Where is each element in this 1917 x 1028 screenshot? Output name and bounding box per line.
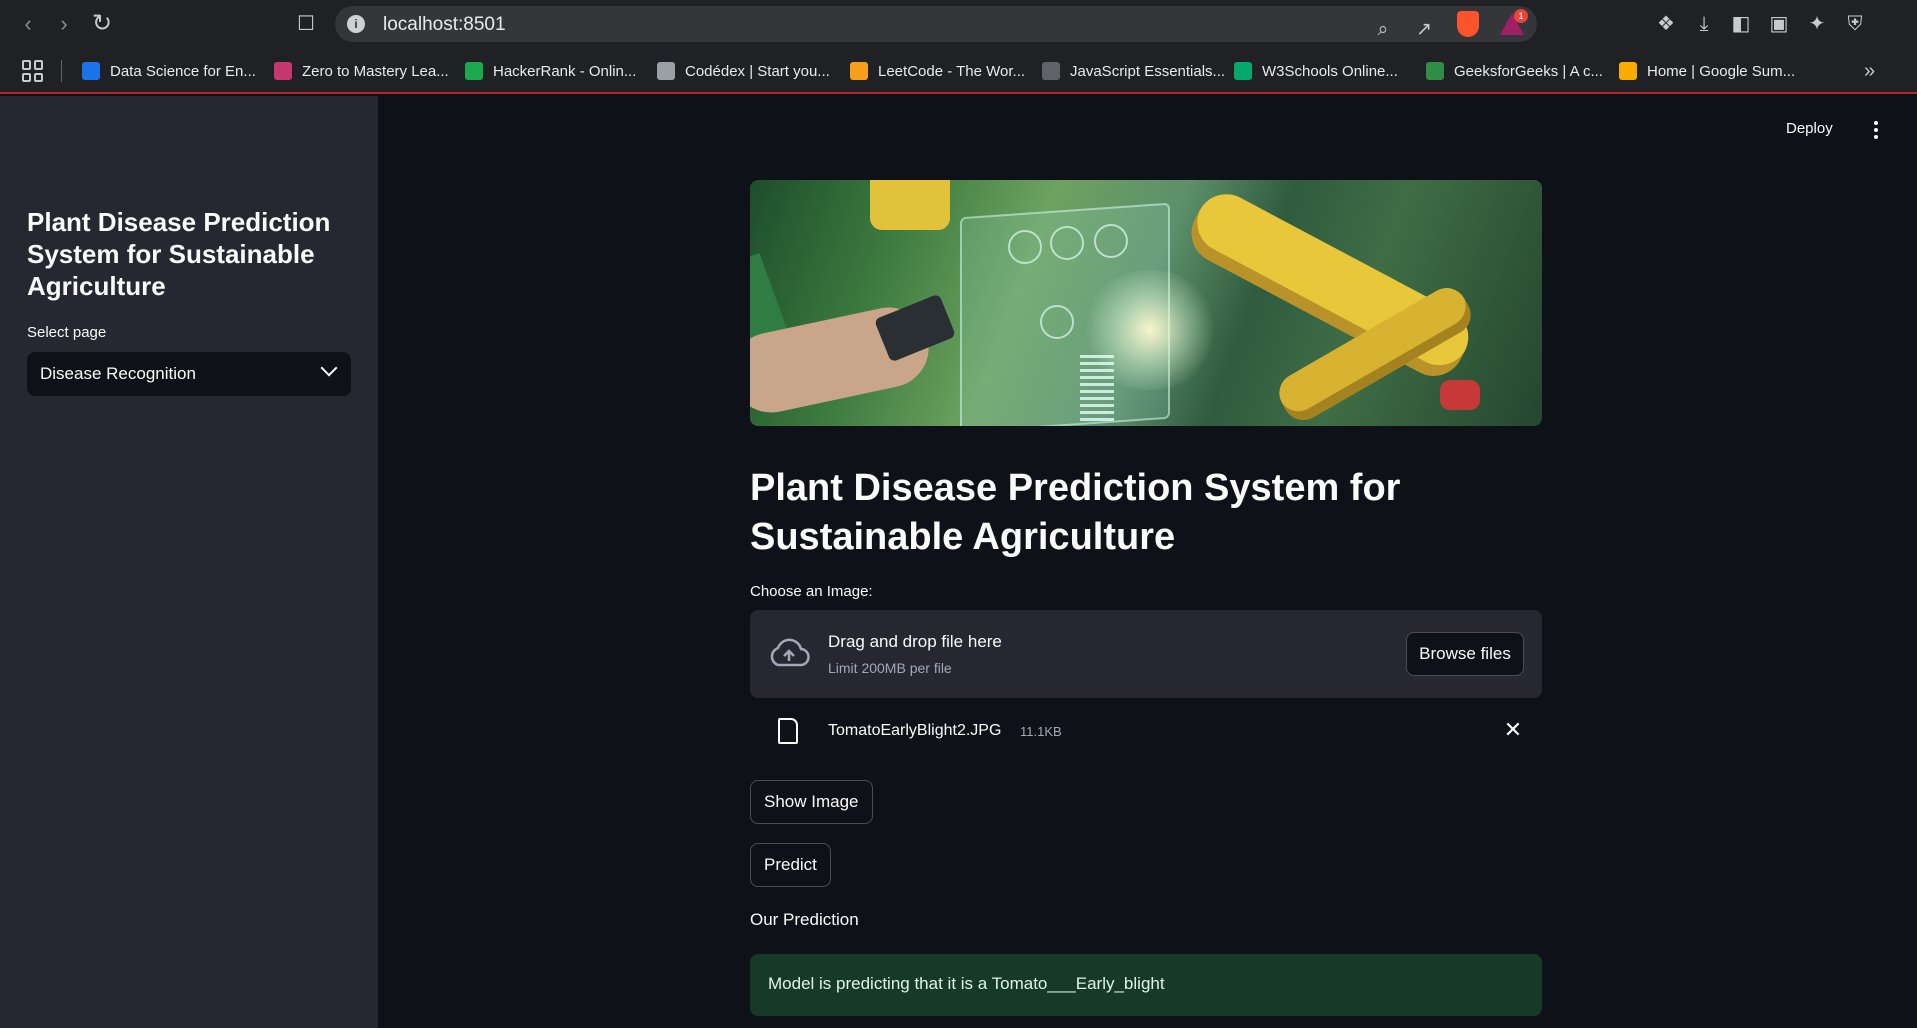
hero-ring xyxy=(1094,224,1128,258)
favicon-icon xyxy=(1042,62,1060,80)
favicon-icon xyxy=(82,62,100,80)
apps-grid-icon[interactable] xyxy=(22,60,44,82)
wallet-icon[interactable]: ▣ xyxy=(1767,12,1791,36)
favicon-icon xyxy=(850,62,868,80)
bookmark-label: JavaScript Essentials... xyxy=(1070,62,1226,80)
brave-shields-icon[interactable] xyxy=(1457,11,1479,37)
share-icon[interactable]: ↗ xyxy=(1412,18,1436,42)
favicon-icon xyxy=(465,62,483,80)
download-icon[interactable]: ⤓ xyxy=(1692,12,1716,36)
sidebar-title: Plant Disease Prediction System for Sust… xyxy=(27,207,331,301)
dropzone-instructions: Drag and drop file here xyxy=(828,632,1002,651)
favicon-icon xyxy=(1234,62,1252,80)
chevron-down-icon xyxy=(320,359,338,377)
file-size: 11.1KB xyxy=(1020,724,1062,739)
deploy-button[interactable]: Deploy xyxy=(1786,120,1833,137)
favicon-icon xyxy=(1426,62,1444,80)
bookmark-label: HackerRank - Onlin... xyxy=(493,62,637,80)
bookmark-item[interactable]: GeeksforGeeks | A c... xyxy=(1426,48,1603,94)
hero-robot-gripper xyxy=(1440,380,1480,410)
uploaded-file-row: TomatoEarlyBlight2.JPG 11.1KB ✕ xyxy=(750,708,1542,754)
main-menu-icon[interactable] xyxy=(1873,121,1879,141)
bookmark-label: Zero to Mastery Lea... xyxy=(302,62,449,80)
bookmark-item[interactable]: Home | Google Sum... xyxy=(1619,48,1795,94)
bookmark-label: Data Science for En... xyxy=(110,62,256,80)
bookmark-label: GeeksforGeeks | A c... xyxy=(1454,62,1603,80)
hero-image xyxy=(750,180,1542,426)
back-icon[interactable]: ‹ xyxy=(14,10,42,38)
vpn-shield-icon[interactable]: ⛨ xyxy=(1843,12,1867,36)
sidebar-toggle-icon[interactable]: ◧ xyxy=(1729,12,1753,36)
prediction-text: Model is predicting that it is a Tomato_… xyxy=(768,974,1165,993)
hero-ring xyxy=(1040,305,1074,339)
bookmark-label: LeetCode - The Wor... xyxy=(878,62,1026,80)
page-select[interactable]: Disease Recognition xyxy=(27,352,351,396)
file-name: TomatoEarlyBlight2.JPG xyxy=(828,722,1002,739)
url-text[interactable]: localhost:8501 xyxy=(383,14,506,36)
bookmark-label: Home | Google Sum... xyxy=(1647,62,1796,80)
page-title: Plant Disease Prediction System for Sust… xyxy=(750,467,1401,558)
bookmark-icon[interactable]: ☐ xyxy=(292,10,320,38)
extensions-icon[interactable]: ❖ xyxy=(1654,12,1678,36)
hero-robot-head xyxy=(870,180,950,230)
predict-button[interactable]: Predict xyxy=(750,843,831,887)
zoom-icon[interactable]: ⌕ xyxy=(1371,18,1395,42)
bookmark-item[interactable]: JavaScript Essentials... xyxy=(1042,48,1225,94)
site-info-icon[interactable]: i xyxy=(347,15,365,33)
cloud-upload-icon xyxy=(770,638,810,667)
hero-ring xyxy=(1050,226,1084,260)
favicon-icon xyxy=(1619,62,1637,80)
browse-files-button[interactable]: Browse files xyxy=(1406,632,1524,676)
prediction-result: Model is predicting that it is a Tomato_… xyxy=(750,954,1542,1016)
rewards-badge: 1 xyxy=(1514,9,1528,23)
page-select-value: Disease Recognition xyxy=(40,364,196,383)
bookmark-item[interactable]: Zero to Mastery Lea... xyxy=(274,48,449,94)
close-icon[interactable]: ✕ xyxy=(1500,717,1526,743)
bookmarks-bar: Data Science for En... Zero to Mastery L… xyxy=(0,48,1917,94)
show-image-button[interactable]: Show Image xyxy=(750,780,873,824)
favicon-icon xyxy=(657,62,675,80)
address-bar[interactable]: i localhost:8501 ⌕ ↗ xyxy=(335,6,1537,42)
bookmark-item[interactable]: HackerRank - Onlin... xyxy=(465,48,636,94)
bookmark-label: W3Schools Online... xyxy=(1262,62,1398,80)
file-icon xyxy=(778,718,798,744)
select-page-label: Select page xyxy=(27,324,107,341)
file-dropzone[interactable]: Drag and drop file here Limit 200MB per … xyxy=(750,610,1542,698)
hero-light-glow xyxy=(1080,270,1220,390)
leo-ai-icon[interactable]: ✦ xyxy=(1805,12,1829,36)
uploader-label: Choose an Image: xyxy=(750,583,873,600)
bookmark-item[interactable]: W3Schools Online... xyxy=(1234,48,1398,94)
more-bookmarks-icon[interactable]: » xyxy=(1864,60,1875,83)
forward-icon[interactable]: › xyxy=(50,10,78,38)
hero-tablet xyxy=(873,293,957,363)
bookmark-label: Codédex | Start you... xyxy=(685,62,830,80)
hero-ring xyxy=(1008,230,1042,264)
prediction-heading: Our Prediction xyxy=(750,910,859,929)
browser-toolbar: ‹ › ↻ ☐ i localhost:8501 ⌕ ↗ 1 ❖ ⤓ ◧ ▣ ✦… xyxy=(0,0,1917,48)
bookmark-item[interactable]: Data Science for En... xyxy=(82,48,256,94)
reload-icon[interactable]: ↻ xyxy=(88,10,116,38)
bookmark-item[interactable]: LeetCode - The Wor... xyxy=(850,48,1025,94)
bookmarks-divider xyxy=(61,60,62,82)
dropzone-limit: Limit 200MB per file xyxy=(828,660,952,676)
favicon-icon xyxy=(274,62,292,80)
sidebar: Plant Disease Prediction System for Sust… xyxy=(0,96,378,1028)
bookmark-item[interactable]: Codédex | Start you... xyxy=(657,48,830,94)
